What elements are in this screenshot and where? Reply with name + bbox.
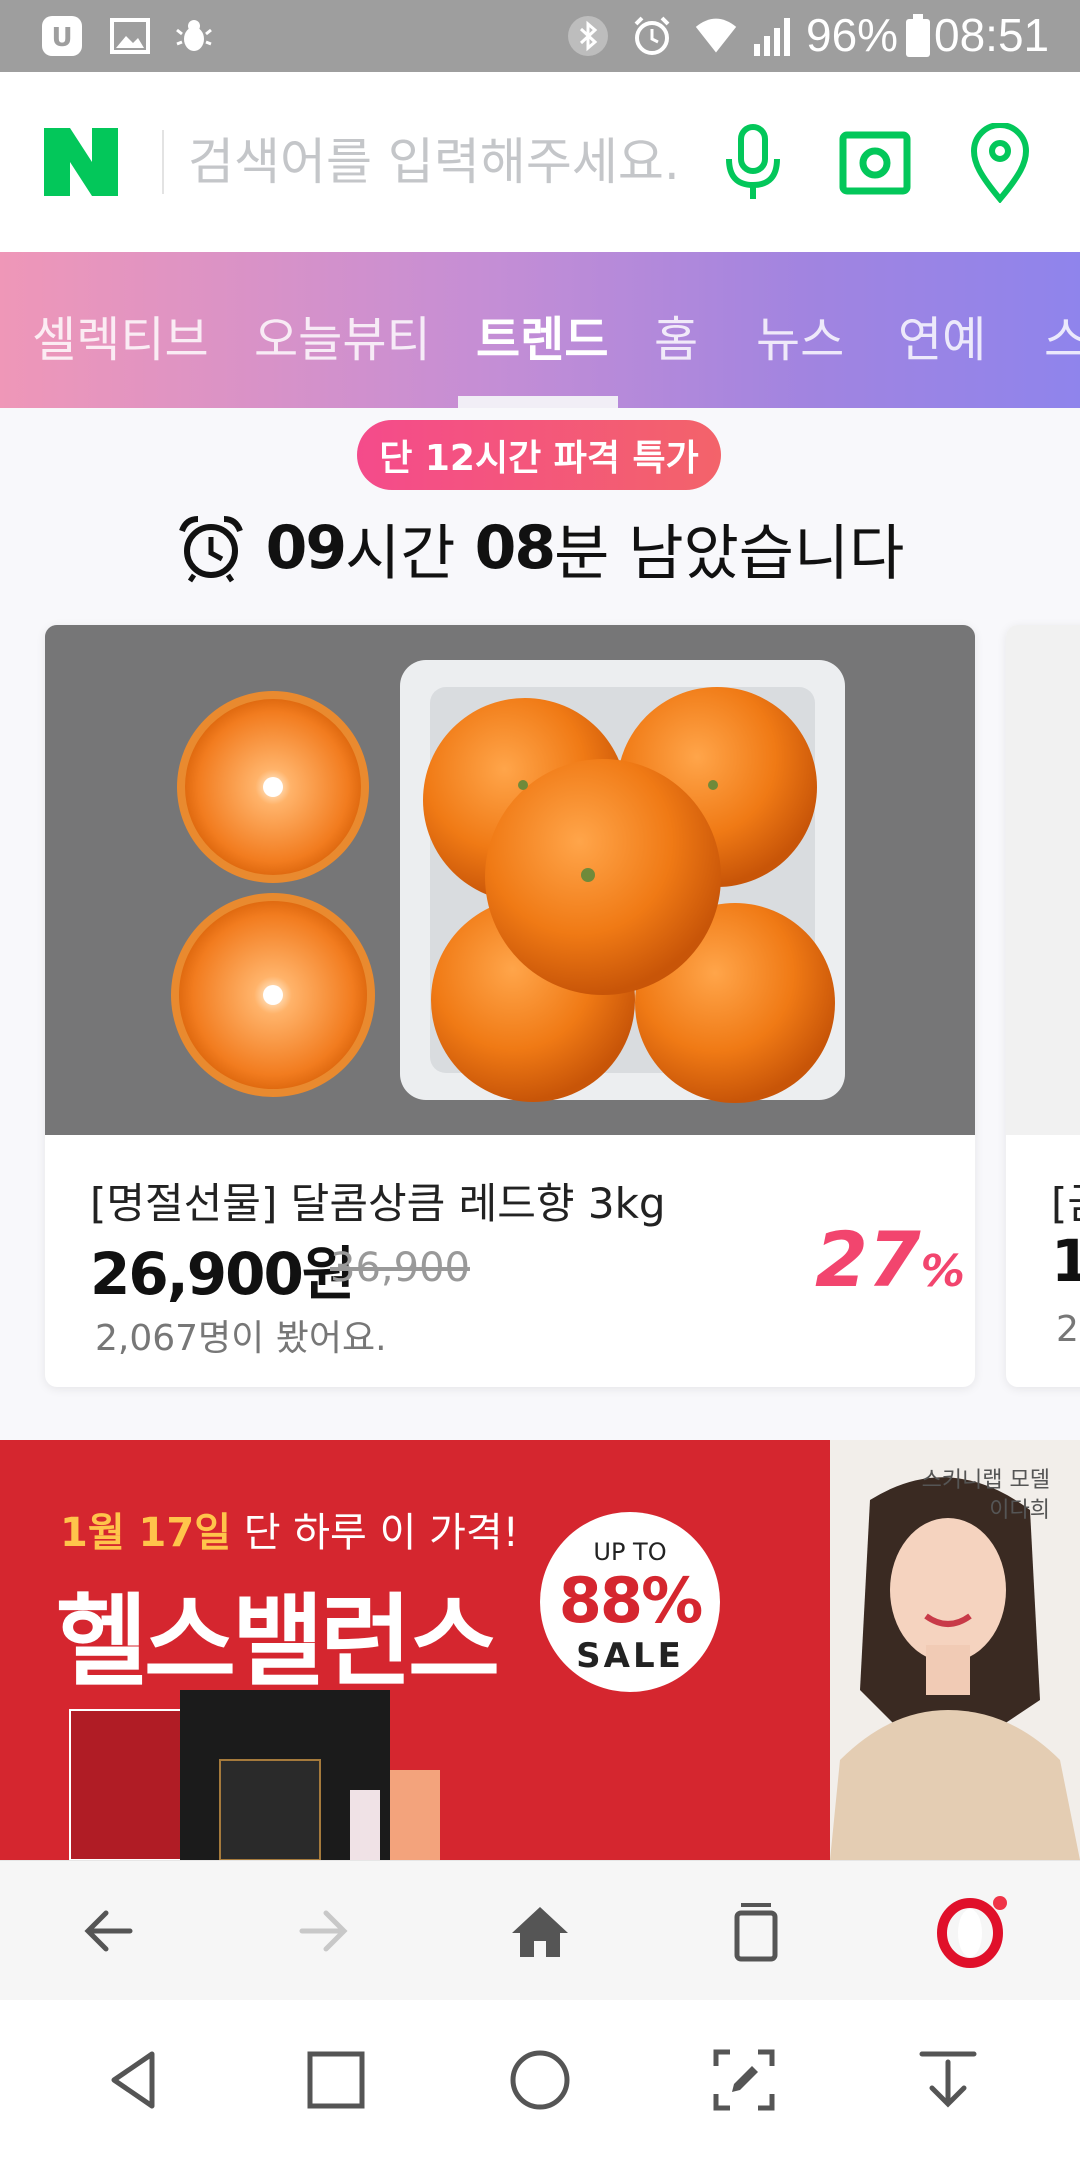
sale-percent: 88% [558, 1564, 703, 1637]
product-view-count: 2, [1056, 1309, 1080, 1350]
forward-arrow-icon[interactable] [284, 1891, 364, 1971]
product-image[interactable] [1006, 625, 1080, 1135]
product-card-next[interactable]: [금 1 2, [1006, 625, 1080, 1387]
wifi-icon [694, 14, 738, 58]
countdown-minutes-unit: 분 남았습니다 [554, 518, 905, 589]
battery-percent: 96% [806, 9, 899, 61]
banner-date: 1월 17일 단 하루 이 가격! [60, 1500, 519, 1558]
model-caption: 스키니랩 모델 이다희 [922, 1466, 1050, 1526]
tab-trend[interactable]: 트렌드 [476, 300, 608, 370]
alarm-clock-icon [176, 513, 246, 583]
deal-badge: 단 12시간 파격 특가 [357, 420, 721, 490]
tab-news[interactable]: 뉴스 [756, 300, 844, 370]
alarm-icon [630, 14, 674, 58]
camera-lens-icon[interactable] [830, 118, 920, 208]
microphone-icon[interactable] [708, 118, 798, 208]
banner-date-value: 1월 17일 [60, 1510, 232, 1556]
countdown-timer: 09 시간 08 분 남았습니다 [0, 500, 1080, 596]
sale-upto: UP TO [593, 1538, 667, 1566]
bug-icon [172, 14, 216, 58]
search-input[interactable] [186, 115, 710, 209]
product-image-oranges[interactable] [45, 625, 975, 1135]
naver-logo[interactable] [44, 128, 118, 196]
clock-time: 08:51 [934, 9, 1050, 61]
product-original-price: 36,900 [330, 1245, 470, 1291]
image-icon [108, 14, 152, 58]
discount-unit: % [920, 1246, 965, 1297]
active-tab-indicator [458, 396, 618, 408]
home-circle-icon[interactable] [500, 2040, 580, 2120]
screenshot-edit-icon[interactable] [704, 2040, 784, 2120]
status-bar: U 96% 08:51 [0, 0, 1080, 72]
banner-title: 헬스밸런스 [56, 1583, 500, 1700]
product-price: 1 [1051, 1227, 1080, 1295]
system-nav-bar [0, 2000, 1080, 2160]
product-title[interactable]: [금 [1051, 1170, 1080, 1231]
header-divider [162, 130, 164, 194]
signal-icon [752, 14, 796, 58]
promo-banner[interactable]: 스키니랩 모델 이다희 1월 17일 단 하루 이 가격! 헬스밸런스 UP T… [0, 1440, 1080, 1860]
download-arrow-icon[interactable] [908, 2040, 988, 2120]
countdown-hours-unit: 시간 [345, 518, 475, 589]
model-name: 이다희 [989, 1498, 1050, 1523]
product-view-count: 2,067명이 봤어요. [95, 1318, 387, 1359]
tab-today-beauty[interactable]: 오늘뷰티 [254, 300, 431, 370]
countdown-hours: 09 [265, 513, 347, 583]
tab-entertainment[interactable]: 연예 [898, 300, 986, 370]
product-discount: 27% [815, 1215, 965, 1304]
home-icon[interactable] [500, 1891, 580, 1971]
banner-product-boxes [60, 1690, 480, 1860]
product-price: 26,900원 [90, 1240, 355, 1308]
location-pin-icon[interactable] [955, 118, 1045, 208]
countdown-minutes: 08 [474, 513, 556, 583]
opera-icon: U [40, 14, 84, 58]
tab-home[interactable]: 홈 [654, 300, 698, 370]
category-tabs: 셀렉티브 오늘뷰티 트렌드 홈 뉴스 연예 스 [0, 252, 1080, 408]
sale-label: SALE [576, 1636, 684, 1676]
model-label: 스키니랩 모델 [921, 1468, 1050, 1493]
discount-value: 27 [815, 1215, 921, 1304]
banner-date-suffix: 단 하루 이 가격! [231, 1510, 519, 1556]
tabs-icon[interactable] [715, 1891, 795, 1971]
back-arrow-icon[interactable] [68, 1891, 148, 1971]
product-card[interactable]: [명절선물] 달콤상큼 레드향 3kg 26,900원 36,900 2,067… [45, 625, 975, 1387]
tab-sports[interactable]: 스 [1044, 300, 1080, 370]
browser-toolbar [0, 1860, 1080, 2001]
product-title[interactable]: [명절선물] 달콤상큼 레드향 3kg [90, 1170, 666, 1231]
opera-menu-icon[interactable] [932, 1891, 1012, 1971]
recents-square-icon[interactable] [296, 2040, 376, 2120]
bluetooth-icon [566, 14, 610, 58]
svg-text:U: U [51, 23, 72, 53]
back-triangle-icon[interactable] [94, 2040, 174, 2120]
tab-selective[interactable]: 셀렉티브 [32, 300, 209, 370]
sale-bubble: UP TO 88% SALE [540, 1512, 720, 1692]
